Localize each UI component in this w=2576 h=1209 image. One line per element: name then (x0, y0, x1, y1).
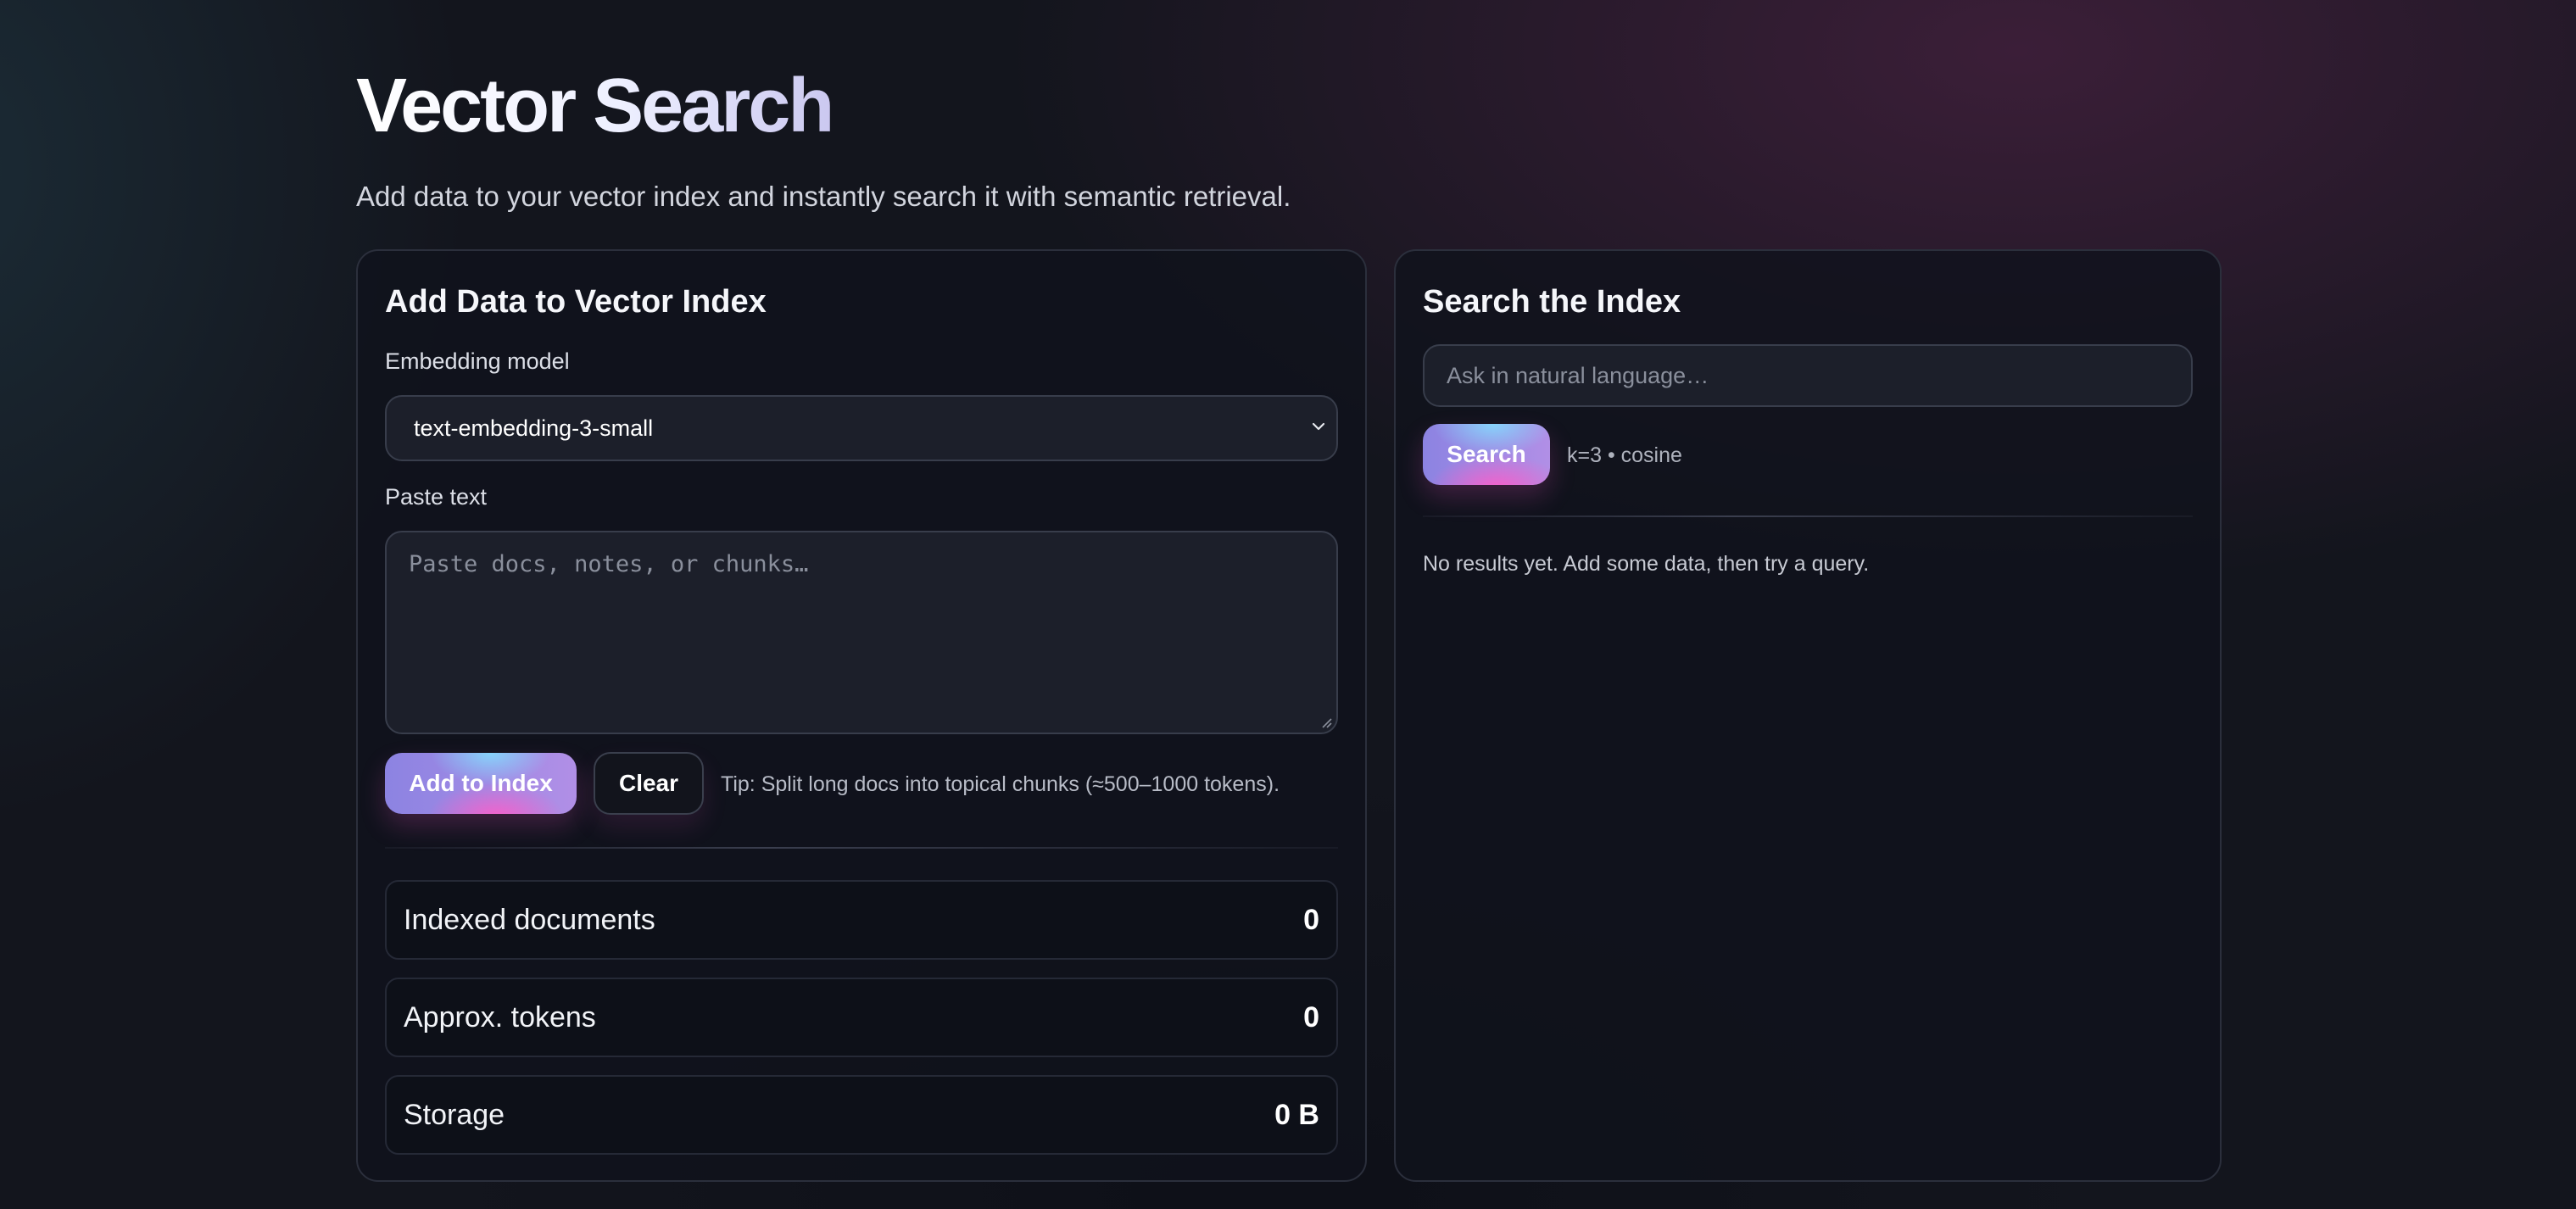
stat-label: Storage (404, 1099, 505, 1131)
page-subtitle: Add data to your vector index and instan… (356, 181, 1291, 212)
empty-results-message: No results yet. Add some data, then try … (1423, 552, 1870, 576)
stat-value: 0 (1303, 1001, 1319, 1034)
stat-row-approx-tokens: Approx. tokens 0 (385, 978, 1338, 1057)
resize-handle-icon[interactable] (1318, 714, 1333, 729)
add-data-panel-title: Add Data to Vector Index (385, 284, 767, 320)
stat-label: Indexed documents (404, 904, 655, 936)
search-input[interactable]: Ask in natural language… (1423, 344, 2193, 407)
page-title: Vector Search (356, 51, 834, 161)
search-panel-title: Search the Index (1423, 284, 1681, 320)
embedding-model-value: text-embedding-3-small (414, 415, 654, 441)
stat-value: 0 (1303, 904, 1319, 936)
stat-label: Approx. tokens (404, 1001, 596, 1034)
clear-button[interactable]: Clear (594, 752, 704, 815)
stat-row-storage: Storage 0 B (385, 1075, 1338, 1155)
search-button[interactable]: Search (1423, 424, 1550, 485)
paste-text-placeholder: Paste docs, notes, or chunks… (409, 551, 809, 577)
add-to-index-button[interactable]: Add to Index (385, 753, 577, 814)
divider (385, 847, 1338, 849)
chunking-tip: Tip: Split long docs into topical chunks… (721, 772, 1280, 796)
divider (1423, 515, 2193, 517)
paste-text-area[interactable]: Paste docs, notes, or chunks… (385, 531, 1338, 734)
stat-value: 0 B (1274, 1099, 1319, 1131)
stat-row-indexed-documents: Indexed documents 0 (385, 880, 1338, 960)
chevron-down-icon (1312, 422, 1325, 431)
paste-text-label: Paste text (385, 484, 488, 510)
search-placeholder: Ask in natural language… (1447, 363, 1709, 388)
embedding-model-select[interactable]: text-embedding-3-small (385, 395, 1338, 461)
search-settings-meta: k=3 • cosine (1567, 443, 1682, 467)
embedding-model-label: Embedding model (385, 348, 570, 374)
